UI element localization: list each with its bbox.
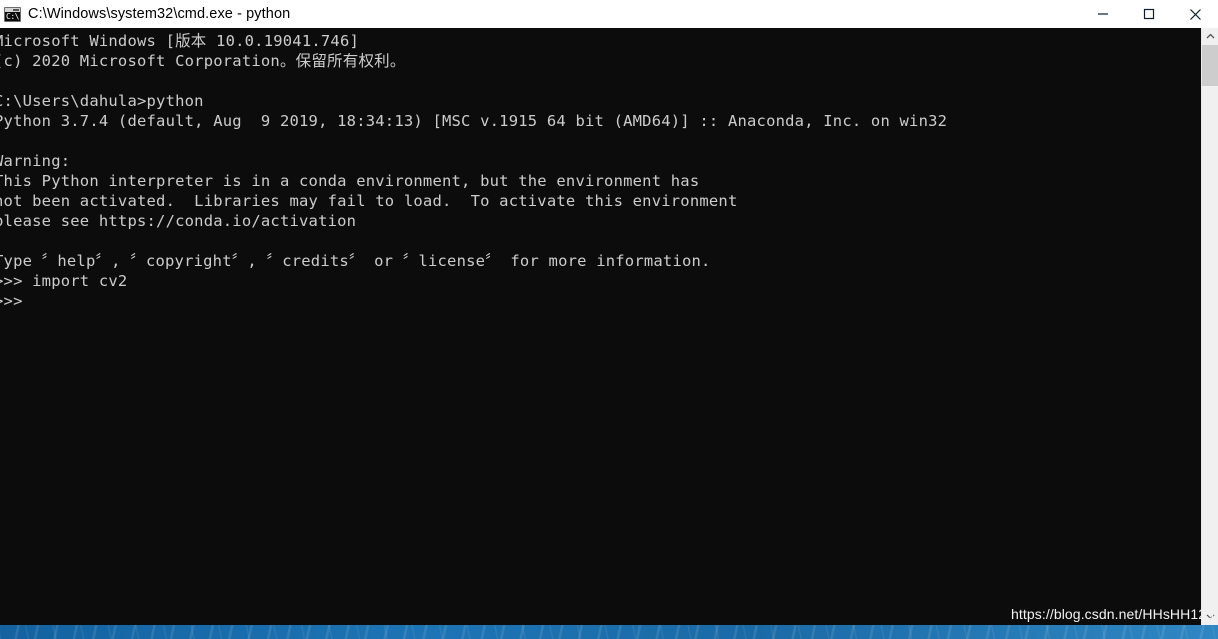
command-prompt-window: C:\ C:\Windows\system32\cmd.exe - python [0,0,1218,625]
console-area: Microsoft Windows [版本 10.0.19041.746] (c)… [0,28,1218,625]
console-line: This Python interpreter is in a conda en… [0,172,700,190]
console-scrollbar[interactable] [1201,28,1218,625]
console-line: >>> [0,292,23,310]
window-controls [1080,0,1218,28]
window-title-bar[interactable]: C:\ C:\Windows\system32\cmd.exe - python [0,0,1218,28]
maximize-button[interactable] [1126,0,1172,28]
close-button[interactable] [1172,0,1218,28]
console-line: Microsoft Windows [版本 10.0.19041.746] [0,32,360,50]
minimize-button[interactable] [1080,0,1126,28]
console-line: Python 3.7.4 (default, Aug 9 2019, 18:34… [0,112,948,130]
console-line: Type 〞help〞, 〞copyright〞, 〞credits〞 or 〞… [0,252,711,270]
console-line: (c) 2020 Microsoft Corporation。保留所有权利。 [0,52,406,70]
icon-prompt-glyph: C:\ [6,11,19,21]
console-line: please see https://conda.io/activation [0,212,357,230]
scrollbar-thumb[interactable] [1202,45,1218,86]
cmd-console-icon: C:\ [4,6,21,22]
console-line: >>> import cv2 [0,272,128,290]
scrollbar-up-arrow[interactable] [1202,28,1218,45]
console-line: Warning: [0,152,71,170]
console-text-buffer: Microsoft Windows [版本 10.0.19041.746] (c)… [0,31,1201,311]
console-line: not been activated. Libraries may fail t… [0,192,738,210]
csdn-watermark: https://blog.csdn.net/HHsHH123 [1011,606,1214,622]
scrollbar-track[interactable] [1202,45,1218,608]
window-title-text: C:\Windows\system32\cmd.exe - python [28,6,291,22]
console-line: C:\Users\dahula>python [0,92,204,110]
console-output-region[interactable]: Microsoft Windows [版本 10.0.19041.746] (c)… [0,28,1201,625]
